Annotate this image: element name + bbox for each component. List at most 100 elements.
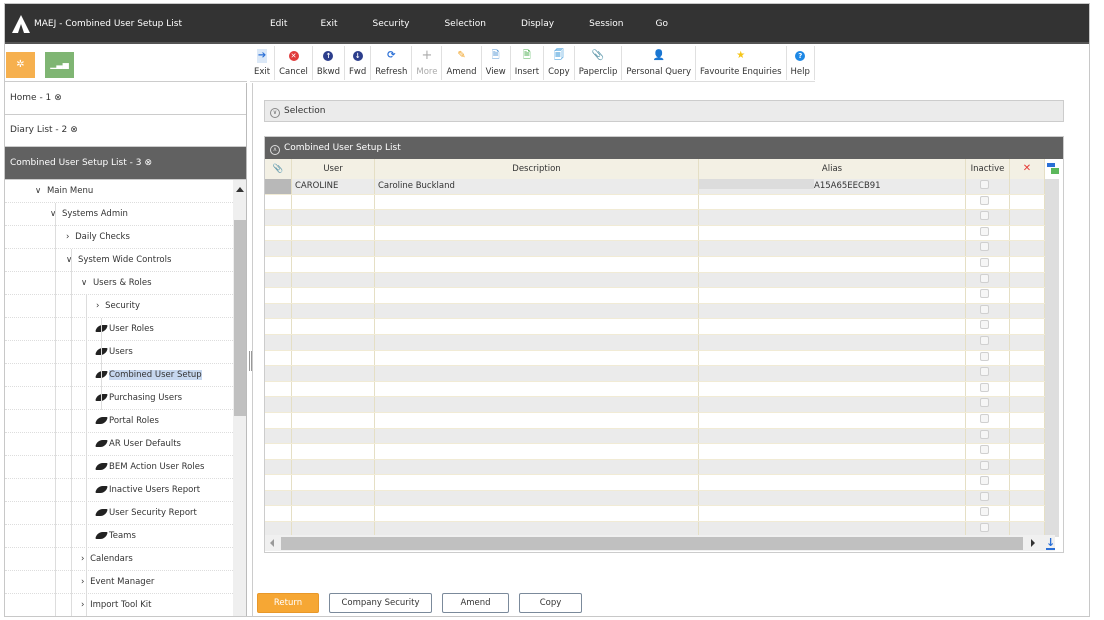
inactive-checkbox[interactable] (980, 289, 989, 299)
cell-user[interactable] (292, 288, 375, 303)
table-row[interactable] (265, 397, 1045, 413)
cell-user[interactable] (292, 475, 375, 490)
cell-action[interactable] (1010, 225, 1045, 241)
cell-action[interactable] (1010, 334, 1045, 350)
cell-action[interactable] (1010, 444, 1045, 459)
cell-user[interactable] (292, 381, 375, 397)
cell-alias[interactable] (699, 334, 966, 350)
inactive-checkbox[interactable] (980, 367, 989, 377)
cell-user[interactable] (292, 319, 375, 334)
row-selector[interactable] (265, 381, 292, 397)
return-button[interactable]: Return (257, 593, 319, 613)
column-header-inactive[interactable]: Inactive (966, 159, 1010, 179)
grid-horizontal-scrollbar[interactable] (265, 535, 1055, 551)
inactive-checkbox[interactable] (980, 304, 989, 314)
chevron-down-icon[interactable]: ∨ (35, 186, 44, 196)
table-row[interactable]: CAROLINE Caroline Buckland A15A65EECB91 (265, 179, 1045, 195)
cell-alias[interactable] (699, 288, 966, 303)
cell-alias[interactable]: A15A65EECB91 (699, 179, 966, 194)
tab-home[interactable]: Home - 1 ⊗ (5, 83, 246, 115)
table-row[interactable] (265, 444, 1045, 460)
row-selector[interactable] (265, 428, 292, 444)
cell-action[interactable] (1010, 366, 1045, 381)
cell-user[interactable] (292, 334, 375, 350)
row-selector[interactable] (265, 397, 292, 412)
inactive-checkbox[interactable] (980, 398, 989, 408)
cell-action[interactable] (1010, 506, 1045, 522)
cell-action[interactable] (1010, 397, 1045, 412)
cell-description[interactable] (375, 272, 699, 288)
menu-security[interactable]: Security (372, 19, 409, 29)
tree-item[interactable]: Purchasing Users (5, 387, 233, 410)
cell-user[interactable] (292, 194, 375, 210)
cell-description[interactable] (375, 381, 699, 397)
toolbar-fwd-button[interactable]: ↓ Fwd (345, 46, 372, 80)
cell-action[interactable] (1010, 288, 1045, 303)
row-selector[interactable] (265, 241, 292, 256)
cell-alias[interactable] (699, 194, 966, 210)
tree-item[interactable]: AR User Defaults (5, 433, 233, 456)
toolbar-amend-button[interactable]: ✎ Amend (442, 46, 482, 80)
inactive-checkbox[interactable] (980, 413, 989, 423)
cell-action[interactable] (1010, 194, 1045, 210)
table-row[interactable] (265, 428, 1045, 445)
inactive-checkbox[interactable] (980, 429, 989, 439)
chevron-down-icon[interactable]: ∨ (81, 278, 90, 288)
table-row[interactable] (265, 334, 1045, 351)
table-row[interactable] (265, 256, 1045, 273)
cell-user[interactable] (292, 444, 375, 459)
cell-description[interactable] (375, 397, 699, 412)
toolbar-bkwd-button[interactable]: ↑ Bkwd (313, 46, 346, 80)
inactive-checkbox[interactable] (980, 460, 989, 470)
toolbar-refresh-button[interactable]: ⟳ Refresh (371, 46, 413, 80)
inactive-checkbox[interactable] (980, 523, 989, 533)
close-tab-icon[interactable]: ⊗ (70, 115, 78, 145)
table-row[interactable] (265, 366, 1045, 382)
cell-user[interactable] (292, 256, 375, 272)
inactive-checkbox[interactable] (980, 491, 989, 501)
cell-user[interactable] (292, 350, 375, 366)
chevron-right-icon[interactable]: › (96, 301, 102, 311)
cell-alias[interactable] (699, 397, 966, 412)
cell-alias[interactable] (699, 241, 966, 256)
toolbar-more-button[interactable]: + More (412, 46, 443, 80)
amend-button[interactable]: Amend (442, 593, 509, 613)
cell-action[interactable] (1010, 459, 1045, 475)
cell-alias[interactable] (699, 366, 966, 381)
tree-item[interactable]: › Daily Checks (5, 226, 233, 249)
close-tab-icon[interactable]: ⊗ (54, 83, 62, 113)
cell-description[interactable] (375, 256, 699, 272)
cell-description[interactable] (375, 225, 699, 241)
cell-action[interactable] (1010, 303, 1045, 319)
cell-description[interactable] (375, 350, 699, 366)
toolbar-personal-query-button[interactable]: 👤 Personal Query (622, 46, 697, 80)
toolbar-exit-button[interactable]: ➔ Exit (250, 46, 276, 80)
grid-title[interactable]: ∧ Combined User Setup List (265, 137, 1063, 159)
toolbar-cancel-button[interactable]: ✕ Cancel (275, 46, 313, 80)
cell-user[interactable] (292, 397, 375, 412)
cell-alias[interactable] (699, 490, 966, 506)
inactive-checkbox[interactable] (980, 351, 989, 361)
tree-item[interactable]: ∨ System Wide Controls (5, 249, 233, 272)
inactive-checkbox[interactable] (980, 273, 989, 283)
close-tab-icon[interactable]: ⊗ (144, 147, 152, 180)
cell-user[interactable] (292, 225, 375, 241)
cell-user[interactable] (292, 490, 375, 506)
column-header-user[interactable]: User (292, 159, 375, 179)
inactive-checkbox[interactable] (980, 180, 989, 189)
splitter-grip[interactable] (249, 351, 252, 371)
cell-user[interactable] (292, 428, 375, 444)
tree-item[interactable]: Teams (5, 525, 233, 548)
row-selector[interactable] (265, 459, 292, 475)
panel-splitter[interactable] (248, 83, 253, 616)
tree-item[interactable]: Portal Roles (5, 410, 233, 433)
settings-button[interactable]: ✲ (6, 52, 35, 78)
cell-user[interactable] (292, 241, 375, 256)
cell-action[interactable] (1010, 272, 1045, 288)
cell-alias[interactable] (699, 459, 966, 475)
row-selector[interactable] (265, 210, 292, 225)
scroll-left-icon[interactable] (270, 539, 274, 547)
row-selector[interactable] (265, 179, 292, 194)
tree-item[interactable]: Inactive Users Report (5, 479, 233, 502)
cell-action[interactable] (1010, 241, 1045, 256)
